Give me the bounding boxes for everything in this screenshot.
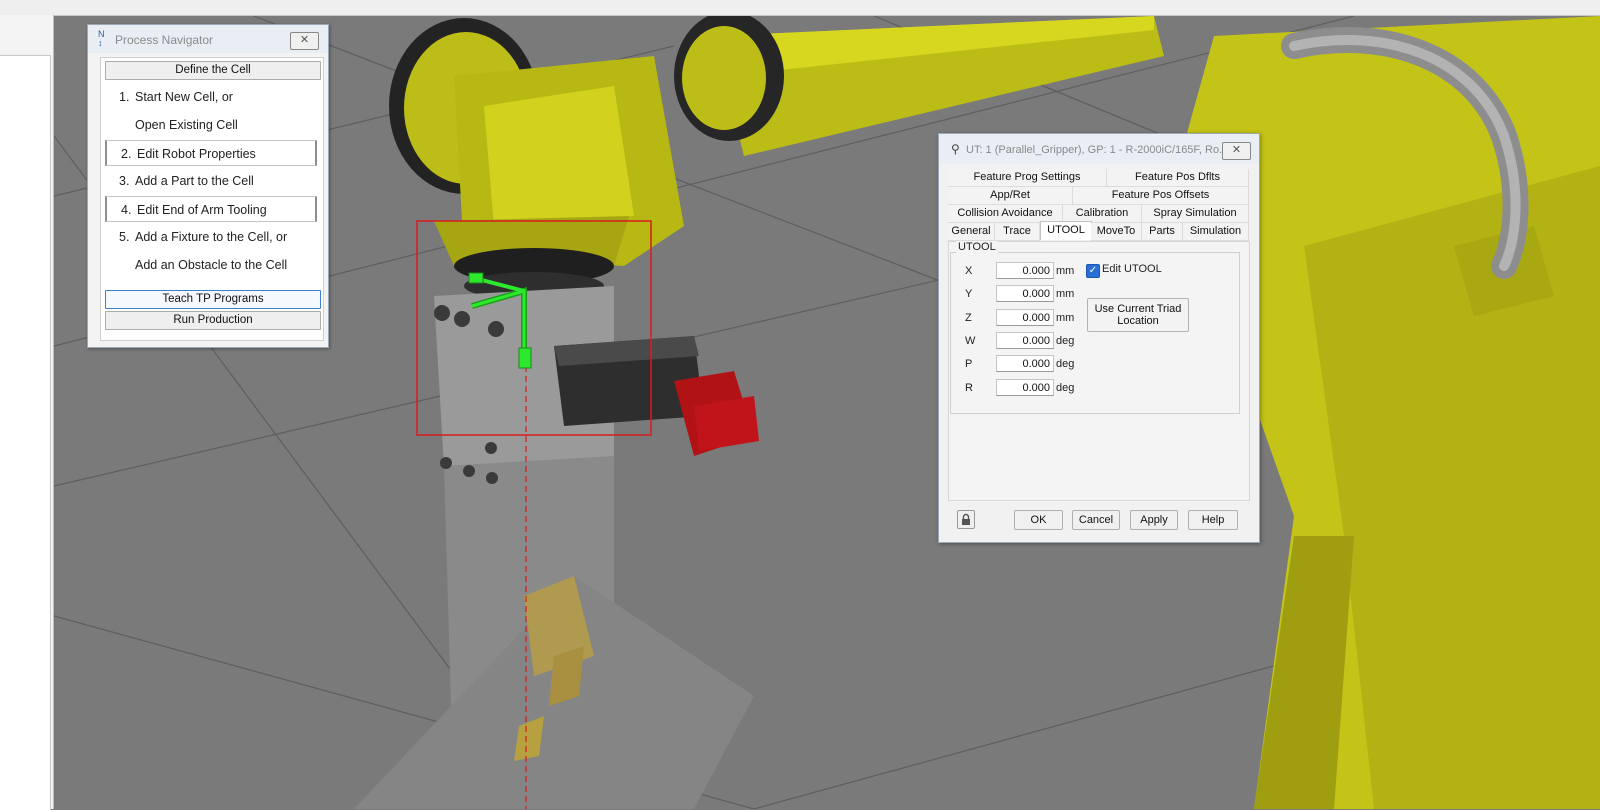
tab-utool[interactable]: UTOOL — [1040, 221, 1092, 240]
run-production-button[interactable]: Run Production — [105, 311, 321, 330]
process-navigator-icon: N ↕ — [98, 29, 105, 48]
field-label-z: Z — [965, 312, 972, 324]
tab-trace[interactable]: Trace — [995, 223, 1040, 241]
step-label: Add a Fixture to the Cell, or — [135, 230, 288, 244]
r-unit: deg — [1056, 382, 1075, 394]
z-unit: mm — [1056, 312, 1075, 324]
step-number: 5. — [119, 230, 130, 244]
y-unit: mm — [1056, 288, 1075, 300]
ok-button[interactable]: OK — [1014, 510, 1063, 530]
lock-button[interactable] — [957, 510, 975, 529]
tab-feature-prog-settings[interactable]: Feature Prog Settings — [948, 169, 1107, 187]
triad-button-line2: Location — [1117, 315, 1159, 327]
step-number: 3. — [119, 174, 130, 188]
step-add-fixture[interactable]: 5. Add a Fixture to the Cell, or — [105, 224, 317, 250]
step-add-part[interactable]: 3. Add a Part to the Cell — [105, 168, 317, 194]
field-label-w: W — [965, 335, 976, 347]
left-side-panel-content — [0, 55, 51, 810]
tab-feature-pos-offsets[interactable]: Feature Pos Offsets — [1073, 187, 1249, 205]
w-unit: deg — [1056, 335, 1075, 347]
tab-spray-simulation[interactable]: Spray Simulation — [1142, 205, 1249, 223]
utool-group-label: UTOOL — [956, 241, 998, 253]
p-unit: deg — [1056, 358, 1075, 370]
step-start-new-cell[interactable]: 1. Start New Cell, or — [105, 84, 317, 110]
checkmark-icon: ✓ — [1088, 265, 1098, 276]
utool-dialog-close-button[interactable]: ✕ — [1222, 142, 1251, 160]
utool-dialog-title: UT: 1 (Parallel_Gripper), GP: 1 - R-2000… — [966, 144, 1229, 156]
process-navigator-title: Process Navigator — [115, 33, 214, 47]
utool-dialog-titlebar: ⚲ UT: 1 (Parallel_Gripper), GP: 1 - R-20… — [939, 134, 1259, 164]
step-edit-eoat[interactable]: 4. Edit End of Arm Tooling — [105, 196, 317, 222]
step-edit-robot-properties[interactable]: 2. Edit Robot Properties — [105, 140, 317, 166]
utool-dialog: ⚲ UT: 1 (Parallel_Gripper), GP: 1 - R-20… — [938, 133, 1260, 543]
step-number: 1. — [119, 90, 130, 104]
define-cell-button[interactable]: Define the Cell — [105, 61, 321, 80]
left-side-panel — [0, 15, 54, 810]
triad-button-line1: Use Current Triad — [1094, 303, 1182, 315]
tab-moveto[interactable]: MoveTo — [1091, 223, 1142, 241]
step-label: Edit Robot Properties — [137, 147, 256, 161]
close-icon: ✕ — [1231, 144, 1242, 156]
field-label-r: R — [965, 382, 973, 394]
tab-app-ret[interactable]: App/Ret — [948, 187, 1073, 205]
step-open-existing-cell[interactable]: Open Existing Cell — [105, 112, 317, 138]
edit-utool-label: Edit UTOOL — [1102, 263, 1162, 275]
tab-general[interactable]: General — [948, 223, 995, 241]
field-label-p: P — [965, 358, 973, 370]
process-navigator-titlebar: N ↕ Process Navigator ✕ — [88, 25, 328, 53]
cancel-button[interactable]: Cancel — [1072, 510, 1120, 530]
use-current-triad-location-button[interactable]: Use Current Triad Location — [1087, 298, 1189, 332]
field-label-y: Y — [965, 288, 973, 300]
process-navigator-body: Define the Cell 1. Start New Cell, or Op… — [100, 57, 324, 341]
step-label: Open Existing Cell — [135, 118, 238, 132]
step-label: Add a Part to the Cell — [135, 174, 254, 188]
step-label: Add an Obstacle to the Cell — [135, 258, 288, 272]
edit-utool-checkbox[interactable]: ✓ — [1086, 264, 1100, 278]
tab-feature-pos-dflts[interactable]: Feature Pos Dflts — [1107, 169, 1249, 187]
r-rotation-input[interactable]: 0.000 — [996, 379, 1054, 396]
process-navigator-window: N ↕ Process Navigator ✕ Define the Cell 1… — [87, 24, 329, 348]
teach-tp-programs-button[interactable]: Teach TP Programs — [105, 290, 321, 309]
step-add-obstacle[interactable]: Add an Obstacle to the Cell — [105, 252, 317, 278]
step-label: Edit End of Arm Tooling — [137, 203, 267, 217]
apply-button[interactable]: Apply — [1130, 510, 1178, 530]
process-navigator-close-button[interactable]: ✕ — [290, 32, 319, 50]
step-label: Start New Cell, or — [135, 90, 233, 104]
x-offset-input[interactable]: 0.000 — [996, 262, 1054, 279]
y-offset-input[interactable]: 0.000 — [996, 285, 1054, 302]
x-unit: mm — [1056, 265, 1075, 277]
step-number: 4. — [121, 203, 132, 217]
step-number: 2. — [121, 147, 132, 161]
help-button[interactable]: Help — [1188, 510, 1238, 530]
w-rotation-input[interactable]: 0.000 — [996, 332, 1054, 349]
close-icon: ✕ — [299, 34, 310, 46]
top-toolbar-strip — [0, 0, 1600, 16]
tab-parts[interactable]: Parts — [1142, 223, 1183, 241]
field-label-x: X — [965, 265, 973, 277]
p-rotation-input[interactable]: 0.000 — [996, 355, 1054, 372]
z-offset-input[interactable]: 0.000 — [996, 309, 1054, 326]
tool-icon: ⚲ — [951, 142, 960, 156]
tab-simulation[interactable]: Simulation — [1183, 223, 1249, 241]
lock-icon — [962, 513, 970, 525]
